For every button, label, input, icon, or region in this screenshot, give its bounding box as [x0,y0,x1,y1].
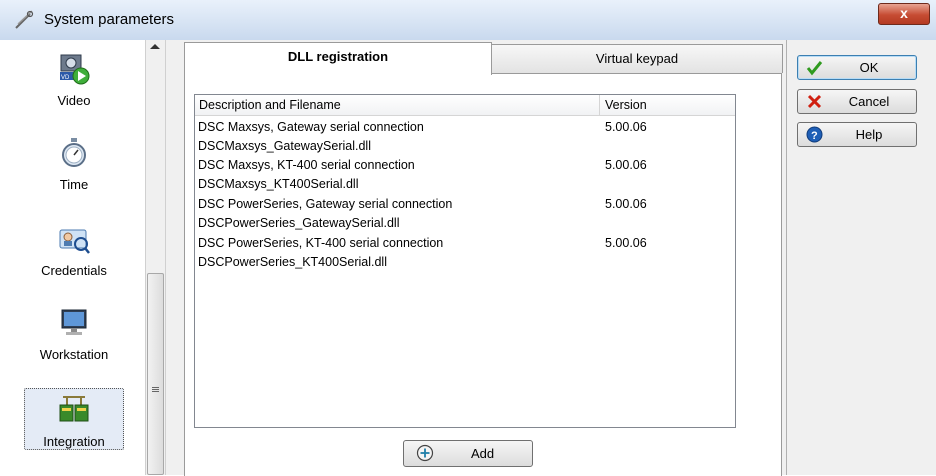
item-description: DSC PowerSeries, KT-400 serial connectio… [198,236,444,250]
category-list: VD Video Time Credentials Workstation In… [0,40,146,475]
help-button-label: Help [855,127,883,142]
item-description: DSCMaxsys_KT400Serial.dll [198,177,359,191]
list-item[interactable]: DSCMaxsys_GatewaySerial.dll [195,137,735,156]
column-header-description[interactable]: Description and Filename [199,98,341,112]
item-version: 5.00.06 [605,197,647,211]
item-description: DSCPowerSeries_GatewaySerial.dll [198,216,400,230]
tab-virtual-keypad[interactable]: Virtual keypad [491,44,783,73]
cancel-button-label: Cancel [848,94,890,109]
cancel-button[interactable]: Cancel [797,89,917,114]
ok-button-label: OK [859,60,879,75]
add-icon [416,444,434,462]
category-video[interactable]: VD Video [24,52,124,108]
help-button[interactable]: ? Help [797,122,917,147]
tab-dll-registration[interactable]: DLL registration [184,42,492,75]
wrench-screwdriver-icon [15,10,34,29]
video-icon: VD [60,54,90,85]
category-workstation[interactable]: Workstation [24,306,124,362]
integration-icon [59,396,89,422]
category-label: Time [59,177,89,192]
stopwatch-icon [62,138,86,167]
category-label: Credentials [41,263,107,278]
category-label: Integration [43,434,105,449]
item-description: DSC Maxsys, KT-400 serial connection [198,158,415,172]
category-scrollbar[interactable] [145,40,166,475]
item-version: 5.00.06 [605,158,647,172]
scroll-up-arrow-icon[interactable] [150,44,160,49]
grip-icon [152,387,159,388]
add-button-label: Add [471,446,495,461]
workstation-icon [61,309,87,335]
item-description: DSC PowerSeries, Gateway serial connecti… [198,197,453,211]
list-item[interactable]: DSC Maxsys, Gateway serial connection 5.… [195,118,735,137]
credentials-icon [59,229,90,254]
list-item[interactable]: DSCPowerSeries_KT400Serial.dll [195,253,735,272]
close-button[interactable]: x [878,3,930,25]
item-version: 5.00.06 [605,236,647,250]
column-header-version[interactable]: Version [605,98,647,112]
category-credentials[interactable]: Credentials [24,222,124,278]
ok-button[interactable]: OK [797,55,917,80]
column-divider[interactable] [599,95,600,115]
dll-list[interactable]: Description and Filename Version DSC Max… [194,94,736,428]
item-description: DSCPowerSeries_KT400Serial.dll [198,255,387,269]
list-item[interactable]: DSC PowerSeries, Gateway serial connecti… [195,195,735,214]
item-description: DSC Maxsys, Gateway serial connection [198,120,424,134]
category-label: Video [57,93,91,108]
item-description: DSCMaxsys_GatewaySerial.dll [198,139,371,153]
svg-text:VD: VD [61,75,70,81]
list-item[interactable]: DSCMaxsys_KT400Serial.dll [195,175,735,194]
list-header: Description and Filename Version [195,95,735,116]
item-version: 5.00.06 [605,120,647,134]
window-title: System parameters [44,11,175,28]
list-item[interactable]: DSCPowerSeries_GatewaySerial.dll [195,214,735,233]
list-item[interactable]: DSC PowerSeries, KT-400 serial connectio… [195,234,735,253]
add-button[interactable]: Add [403,440,533,467]
category-label: Workstation [39,347,109,362]
category-integration[interactable]: Integration [24,388,124,450]
scroll-thumb[interactable] [147,273,164,475]
list-item[interactable]: DSC Maxsys, KT-400 serial connection 5.0… [195,156,735,175]
category-time[interactable]: Time [24,136,124,192]
title-bar: System parameters x [0,0,936,40]
